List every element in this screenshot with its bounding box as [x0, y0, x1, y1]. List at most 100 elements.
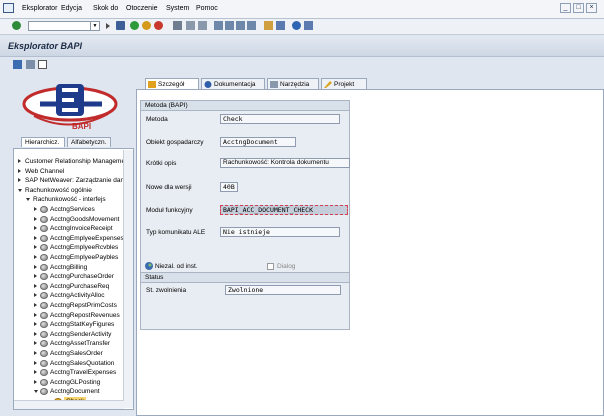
business-object-icon [40, 350, 48, 357]
collapsed-arrow-icon[interactable] [34, 312, 37, 317]
business-object-icon [40, 311, 48, 319]
cancel-icon[interactable] [154, 21, 163, 30]
business-object-icon [40, 282, 48, 290]
application-toolbar [0, 57, 604, 71]
tab-szczegol[interactable]: Szczegół [145, 78, 199, 89]
print-icon[interactable] [173, 21, 182, 30]
enter-check-icon[interactable] [12, 21, 21, 30]
expanded-arrow-icon[interactable] [34, 390, 38, 394]
collapsed-arrow-icon[interactable] [34, 341, 37, 346]
menu-pomoc[interactable]: Pomoc [196, 5, 218, 12]
pencil-icon [324, 81, 332, 88]
function-module-field[interactable]: BAPI_ACC_DOCUMENT_CHECK [220, 205, 348, 215]
expanded-arrow-icon[interactable] [18, 188, 22, 192]
last-page-icon[interactable] [247, 21, 256, 30]
collapsed-arrow-icon[interactable] [34, 207, 37, 211]
filter-icon[interactable] [26, 60, 35, 69]
expanded-arrow-icon[interactable] [26, 198, 30, 202]
business-object-icon [40, 302, 48, 309]
help-icon[interactable] [292, 21, 301, 30]
new-in-release-label: Nowe dla wersji [146, 184, 192, 191]
collapsed-arrow-icon[interactable] [34, 293, 37, 298]
collapsed-arrow-icon[interactable] [34, 226, 37, 231]
collapsed-arrow-icon[interactable] [34, 245, 37, 250]
collapsed-arrow-icon[interactable] [18, 168, 21, 173]
minimize-icon[interactable]: _ [560, 3, 571, 13]
tree-node-label: SAP NetWeaver: Zarządzanie dany [25, 177, 128, 185]
collapsed-arrow-icon[interactable] [34, 274, 37, 279]
ale-message-type-field[interactable]: Nie istnieje [220, 227, 340, 237]
menu-edycja[interactable]: Edycja [61, 5, 82, 12]
tree-node-label: AcctngGLPosting [50, 378, 101, 386]
tree-node-label: AcctngServices [50, 206, 95, 213]
tab-alfabetyczny[interactable]: Alfabetyczn. [67, 137, 111, 147]
collapsed-arrow-icon[interactable] [34, 255, 37, 259]
release-status-field[interactable]: Zwolnione [225, 285, 341, 295]
command-field[interactable]: ▼ [28, 21, 100, 31]
short-description-field[interactable]: Rachunkowość: Kontrola dokumentu [220, 158, 350, 168]
method-field[interactable]: Check [220, 114, 340, 124]
method-group-title: Metoda (BAPI) [141, 101, 349, 111]
list-icon[interactable] [38, 60, 47, 69]
collapsed-arrow-icon[interactable] [34, 322, 37, 327]
next-page-icon[interactable] [236, 21, 245, 30]
dialog-label: Dialog [277, 263, 296, 270]
first-page-icon[interactable] [214, 21, 223, 30]
collapsed-arrow-icon[interactable] [34, 235, 37, 240]
sap-window-icon[interactable] [3, 3, 14, 13]
display-change-icon[interactable] [13, 60, 22, 69]
create-session-icon[interactable] [264, 21, 273, 30]
tree-node-label: AcctngSalesQuotation [50, 359, 115, 367]
menu-system[interactable]: System [166, 5, 189, 12]
collapsed-arrow-icon[interactable] [34, 360, 37, 365]
back-icon[interactable] [130, 21, 139, 30]
menu-skok-do[interactable]: Skok do [93, 5, 118, 12]
short-description-label: Krótki opis [146, 160, 177, 167]
collapsed-arrow-icon[interactable] [18, 178, 21, 183]
tab-hierarchiczny[interactable]: Hierarchicz. [21, 137, 65, 147]
tab-projekt[interactable]: Projekt [321, 78, 367, 89]
find-icon[interactable] [186, 21, 195, 30]
menu-otoczenie[interactable]: Otoczenie [126, 5, 158, 12]
tree-node-label: AcctngEmplyeeRcvbles [50, 244, 119, 252]
menu-bar: Eksplorator Edycja Skok do Otoczenie Sys… [0, 0, 604, 19]
tree-node-label: AcctngInvoiceReceipt [50, 225, 113, 233]
business-object-icon [40, 244, 48, 252]
tab-dokumentacja[interactable]: Dokumentacja [201, 78, 265, 89]
collapsed-arrow-icon[interactable] [34, 216, 37, 221]
tree-node-label: AcctngSalesOrder [50, 350, 103, 357]
save-icon[interactable] [116, 21, 125, 30]
collapsed-arrow-icon[interactable] [34, 264, 37, 269]
collapsed-arrow-icon[interactable] [18, 159, 21, 163]
arrow-left-icon[interactable] [106, 23, 110, 29]
maximize-icon[interactable]: □ [573, 3, 584, 13]
close-icon[interactable]: × [586, 3, 597, 13]
layout-icon[interactable] [304, 21, 313, 30]
dialog-checkbox[interactable] [267, 263, 274, 270]
menu-eksplorator[interactable]: Eksplorator [22, 5, 57, 12]
collapsed-arrow-icon[interactable] [34, 283, 37, 288]
previous-page-icon[interactable] [225, 21, 234, 30]
collapsed-arrow-icon[interactable] [34, 351, 37, 355]
new-in-release-field[interactable]: 40B [220, 182, 238, 192]
find-next-icon[interactable] [198, 21, 207, 30]
status-group-title: Status [141, 273, 349, 283]
business-object-label: Obiekt gospadarczy [146, 139, 204, 146]
exit-icon[interactable] [142, 21, 151, 30]
tools-icon [270, 81, 278, 88]
collapsed-arrow-icon[interactable] [34, 370, 37, 375]
business-object-field[interactable]: AcctngDocument [220, 137, 296, 147]
collapsed-arrow-icon[interactable] [34, 303, 37, 307]
collapsed-arrow-icon[interactable] [34, 379, 37, 384]
bapi-tree[interactable]: Customer Relationship Managemen Web Chann… [13, 148, 134, 410]
tree-node-label: AcctngSenderActivity [50, 330, 112, 338]
tree-node-label: Rachunkowość - interfejs [33, 196, 106, 204]
logo-text: BAPI [72, 122, 91, 131]
tree-vertical-scrollbar[interactable] [123, 150, 133, 408]
shortcut-icon[interactable] [276, 21, 285, 30]
tab-narzedzia[interactable]: Narzędzia [267, 78, 319, 89]
tree-horizontal-scrollbar[interactable] [14, 400, 124, 409]
business-object-icon [40, 254, 48, 261]
collapsed-arrow-icon[interactable] [34, 331, 37, 336]
chevron-down-icon[interactable]: ▼ [90, 22, 99, 30]
